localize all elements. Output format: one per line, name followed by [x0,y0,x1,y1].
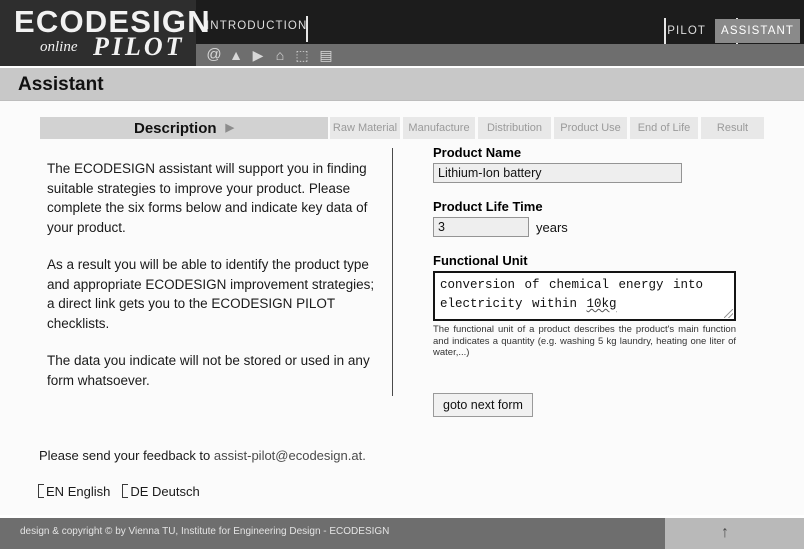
feedback-email-link[interactable]: assist-pilot@ecodesign.at. [214,448,366,463]
language-link-de[interactable]: DE Deutsch [122,484,200,499]
column-divider [392,148,393,396]
feedback-prefix: Please send your feedback to [39,448,214,463]
page-footer: design & copyright © by Vienna TU, Insti… [0,518,804,549]
intro-text-column: The ECODESIGN assistant will support you… [47,159,377,408]
language-code-de: DE [130,484,149,499]
language-label-en: English [67,484,111,499]
page-title-bar: Assistant [0,68,804,101]
life-time-unit-label: years [536,219,568,235]
tab-product-use[interactable]: Product Use [554,117,627,139]
nav-separator-pilot [664,18,666,44]
tab-end-of-life-label: End of Life [637,122,691,134]
product-name-label: Product Name [433,145,522,160]
logo-online-text: online [40,39,78,55]
language-label-de: Deutsch [152,484,200,499]
broken-image-icon [38,484,44,498]
intro-paragraph-3: The data you indicate will not be stored… [47,353,370,388]
functional-unit-label: Functional Unit [433,253,528,268]
play-next-icon[interactable]: ▶ [250,46,266,64]
tab-description[interactable]: Description ▶ [40,117,328,139]
triangle-right-icon: ▶ [225,122,234,134]
product-life-time-input[interactable] [433,217,529,237]
icon-toolbar: @ ▲ ▶ ⌂ ⬚ ▤ [196,44,804,66]
functional-unit-help-text: The functional unit of a product describ… [433,324,736,358]
product-name-group: Product Name [433,145,743,183]
tab-manufacture[interactable]: Manufacture [403,117,475,139]
tab-distribution-label: Distribution [486,122,543,134]
intro-paragraph-1: The ECODESIGN assistant will support you… [47,161,368,235]
copyright-text: design & copyright © by Vienna TU, Insti… [20,526,390,537]
language-switcher: EN English DE Deutsch [38,484,212,499]
tab-raw-material[interactable]: Raw Material [330,117,400,139]
tab-product-use-label: Product Use [560,122,621,134]
up-arrow-icon[interactable]: ↑ [721,523,729,543]
page-title: Assistant [18,74,104,95]
nav-item-pilot[interactable]: PILOT [667,18,706,44]
resize-grip-icon[interactable] [724,309,733,318]
product-life-time-label: Product Life Time [433,199,543,214]
product-name-input[interactable] [433,163,682,183]
broken-image-icon [122,484,129,498]
tab-end-of-life[interactable]: End of Life [630,117,698,139]
goto-next-form-button[interactable]: goto next form [433,392,533,417]
tab-raw-material-label: Raw Material [332,122,398,134]
life-time-row: years [433,217,743,237]
intro-paragraph-2: As a result you will be able to identify… [47,257,375,331]
functional-unit-group: Functional Unit conversion of chemical e… [433,253,743,359]
nav-item-introduction[interactable]: INTRODUCTION [206,20,307,32]
tab-result-label: Result [716,122,749,134]
nav-item-assistant[interactable]: ASSISTANT [715,19,800,43]
tab-result[interactable]: Result [701,117,764,139]
description-form: Product Name Product Life Time years Fun… [433,145,743,417]
functional-unit-flagged-word: 10kg [586,297,617,311]
page-content: Description ▶ Raw Material Manufacture Di… [0,101,804,515]
form-step-tabs: Description ▶ Raw Material Manufacture Di… [40,117,764,139]
tab-manufacture-label: Manufacture [408,122,470,134]
product-life-time-group: Product Life Time years [433,199,743,237]
app-header: ECODESIGN online PILOT INTRODUCTION PILO… [0,0,804,66]
feedback-line: Please send your feedback to assist-pilo… [39,448,366,463]
up-arrow-icon[interactable]: ▲ [228,46,244,64]
scroll-top-panel[interactable]: ↑ [665,518,804,549]
nav-separator-introduction [306,16,308,42]
print-page-icon[interactable]: ⬚ [294,46,310,64]
tab-distribution[interactable]: Distribution [478,117,551,139]
email-icon[interactable]: @ [206,46,222,64]
tab-description-label: Description [134,120,217,137]
logo[interactable]: ECODESIGN online PILOT [0,0,210,66]
save-disk-icon[interactable]: ▤ [318,46,334,64]
functional-unit-text: conversion of chemical energy into elect… [440,278,713,311]
language-link-en[interactable]: EN English [38,484,110,499]
logo-pilot-text: PILOT [93,32,185,61]
home-icon[interactable]: ⌂ [272,46,288,64]
language-code-en: EN [46,484,65,499]
functional-unit-textarea[interactable]: conversion of chemical energy into elect… [433,271,736,321]
